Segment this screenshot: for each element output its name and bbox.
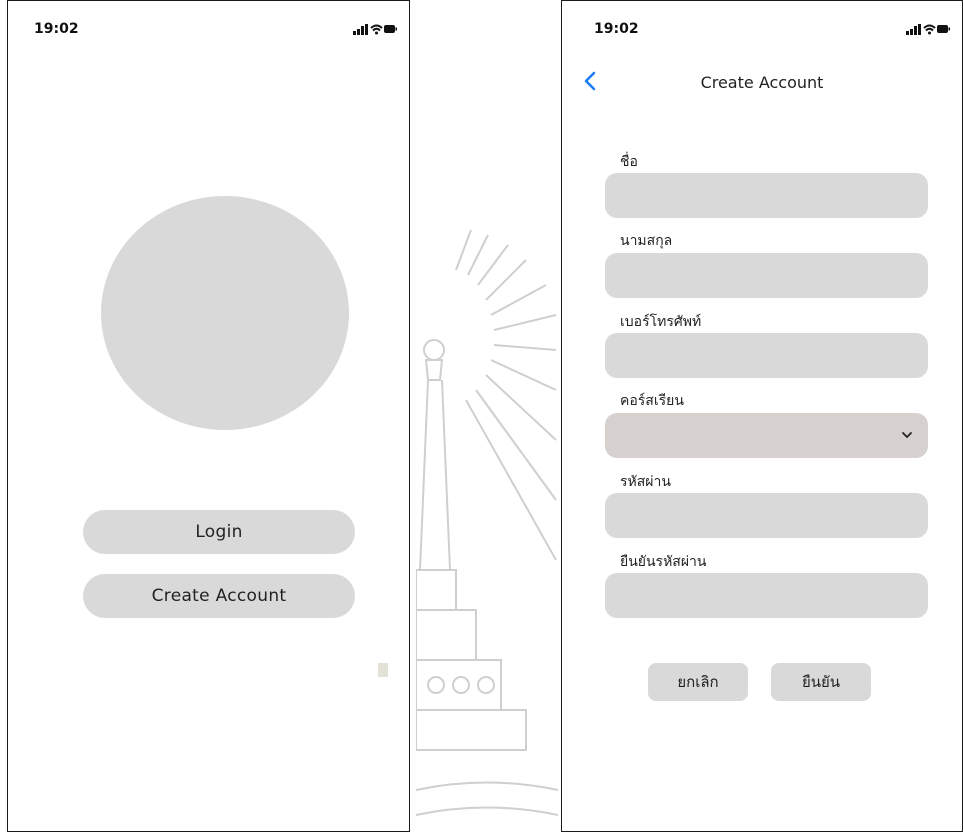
status-icons <box>906 24 950 35</box>
wifi-icon <box>923 24 936 35</box>
phone-field[interactable] <box>605 333 928 378</box>
battery-icon <box>384 25 397 33</box>
nav-bar: Create Account <box>562 61 962 101</box>
create-account-button[interactable]: Create Account <box>83 574 355 618</box>
confirm-password-field[interactable] <box>605 573 928 618</box>
phone-label: เบอร์โทรศัพท์ <box>620 314 702 330</box>
first-name-label: ชื่อ <box>620 154 638 170</box>
last-name-label: นามสกุล <box>620 233 673 249</box>
last-name-field[interactable] <box>605 253 928 298</box>
login-screen: 19:02 Login Create Account <box>7 0 410 832</box>
status-icons <box>353 24 397 35</box>
password-label: รหัสผ่าน <box>620 474 671 490</box>
course-label: คอร์สเรียน <box>620 393 684 409</box>
wifi-icon <box>370 24 383 35</box>
status-time: 19:02 <box>594 21 639 37</box>
signal-icon <box>906 24 921 35</box>
login-button[interactable]: Login <box>83 510 355 554</box>
confirm-button[interactable]: ยืนยัน <box>771 663 871 701</box>
emblem-watermark <box>416 230 558 816</box>
status-bar: 19:02 <box>8 1 409 37</box>
create-account-screen: 19:02 Create Account ชื่อ นามสกุล เบอร์โ… <box>561 0 963 832</box>
signal-icon <box>353 24 368 35</box>
status-bar: 19:02 <box>562 1 962 37</box>
battery-icon <box>937 25 950 33</box>
avatar-placeholder <box>101 196 349 430</box>
small-square-marker <box>378 663 388 677</box>
password-field[interactable] <box>605 493 928 538</box>
status-time: 19:02 <box>34 21 79 37</box>
course-select[interactable] <box>605 413 928 458</box>
page-title: Create Account <box>700 73 824 92</box>
chevron-down-icon <box>902 432 912 439</box>
confirm-password-label: ยืนยันรหัสผ่าน <box>620 554 707 570</box>
cancel-button[interactable]: ยกเลิก <box>648 663 748 701</box>
first-name-field[interactable] <box>605 173 928 218</box>
